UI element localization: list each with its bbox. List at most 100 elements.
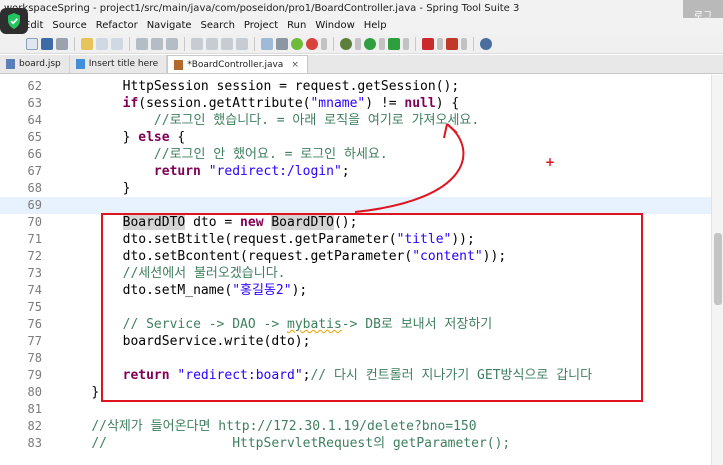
step-over-icon[interactable] [206, 37, 218, 50]
code-line[interactable]: 65 } else { [0, 129, 711, 146]
menu-item-source[interactable]: Source [52, 18, 86, 34]
code-token: (); [333, 215, 358, 230]
code-token: dto.setM_name( [122, 283, 233, 298]
code-line[interactable]: 70 BoardDTO dto = new BoardDTO(); [0, 214, 711, 231]
code-line[interactable]: 75 [0, 299, 711, 316]
line-number: 72 [27, 249, 42, 263]
code-text: boardService.write(dto); [60, 333, 311, 350]
code-line[interactable]: 72 dto.setBcontent(request.getParameter(… [0, 248, 711, 265]
code-token: BoardDTO [271, 215, 334, 230]
menu-item-refactor[interactable]: Refactor [96, 18, 138, 34]
globe-icon[interactable] [480, 37, 492, 50]
debug-dropdown-icon[interactable] [355, 37, 361, 50]
code-line[interactable]: 64 //로그인 했습니다. = 아래 로직을 여기로 가져오세요. [0, 112, 711, 129]
new-package-dropdown-icon[interactable] [461, 37, 467, 50]
code-line[interactable]: 71 dto.setBtitle(request.getParameter("t… [0, 231, 711, 248]
folder-icon[interactable] [81, 37, 93, 50]
menu-item-run[interactable]: Run [287, 18, 306, 34]
menu-item-help[interactable]: Help [364, 18, 387, 34]
code-line[interactable]: 80 } [0, 384, 711, 401]
corner-badge[interactable]: 로그 [683, 0, 723, 18]
step-icon[interactable] [191, 37, 203, 50]
line-number: 76 [27, 317, 42, 331]
code-token: ; [341, 164, 350, 179]
code-line[interactable]: 67 return "redirect:/login"; [0, 163, 711, 180]
code-text: if(session.getAttribute("mname") != null… [60, 95, 460, 112]
editor-tab[interactable]: board.jsp [0, 55, 70, 73]
vertical-scrollbar[interactable] [711, 75, 723, 465]
code-line[interactable]: 81 [0, 401, 711, 418]
code-line[interactable]: 78 [0, 350, 711, 367]
server-icon[interactable] [261, 37, 273, 50]
run-dropdown-icon[interactable] [379, 37, 385, 50]
toolbar [0, 34, 723, 54]
debug-icon[interactable] [340, 37, 352, 50]
code-text: //세션에서 불러오겠습니다. [60, 265, 286, 282]
line-number: 71 [27, 232, 42, 246]
code-text: return "redirect:board";// 다시 컨트롤러 지나가기 … [60, 367, 592, 384]
new-server-icon[interactable] [422, 37, 434, 50]
menu-item-window[interactable]: Window [315, 18, 354, 34]
code-token: dto = [185, 215, 241, 230]
toggle-comment-icon[interactable] [136, 37, 148, 50]
menu-item-search[interactable]: Search [201, 18, 235, 34]
code-line[interactable]: 83 // HttpServletRequest의 getParameter()… [0, 435, 711, 452]
new-file-icon[interactable] [26, 37, 38, 50]
run-icon[interactable] [364, 37, 376, 50]
new-package-icon[interactable] [446, 37, 458, 50]
step-return-icon[interactable] [221, 37, 233, 50]
annotation-plus-marker: + [545, 155, 556, 169]
print-icon[interactable] [56, 37, 68, 50]
code-line[interactable]: 68 } [0, 180, 711, 197]
code-editor[interactable]: 62 HttpSession session = request.getSess… [0, 75, 711, 465]
mark-icon[interactable] [166, 37, 178, 50]
external-tools-dropdown-icon[interactable] [403, 37, 409, 50]
code-line[interactable]: 63 if(session.getAttribute("mname") != n… [0, 95, 711, 112]
shield-icon[interactable] [0, 8, 28, 34]
code-token: null [404, 96, 436, 111]
line-number: 79 [27, 368, 42, 382]
menu-item-project[interactable]: Project [244, 18, 278, 34]
editor-tab[interactable]: Insert title here [70, 55, 168, 73]
sync-icon[interactable] [306, 37, 318, 50]
code-line[interactable]: 73 //세션에서 불러오겠습니다. [0, 265, 711, 282]
code-line[interactable]: 74 dto.setM_name("홍길동2"); [0, 282, 711, 299]
code-token: "mname" [310, 96, 366, 111]
line-number: 80 [27, 385, 42, 399]
code-token: return [153, 164, 201, 179]
undo-icon[interactable] [96, 37, 108, 50]
window-title: workspaceSpring - project1/src/main/java… [4, 3, 520, 14]
code-token: else [138, 130, 170, 145]
scrollbar-thumb[interactable] [714, 233, 722, 305]
line-number: 83 [27, 436, 42, 450]
sync-dropdown-icon[interactable] [321, 37, 327, 50]
line-number: 82 [27, 419, 42, 433]
close-tab-icon[interactable]: × [291, 56, 299, 74]
spring-icon[interactable] [291, 37, 303, 50]
menu-item-navigate[interactable]: Navigate [147, 18, 192, 34]
new-server-dropdown-icon[interactable] [437, 37, 443, 50]
code-line[interactable]: 79 return "redirect:board";// 다시 컨트롤러 지나… [0, 367, 711, 384]
editor-tab[interactable]: *BoardController.java × [167, 55, 308, 73]
redo-icon[interactable] [111, 37, 123, 50]
code-token: boardService.write(dto); [122, 334, 311, 349]
external-tools-icon[interactable] [388, 37, 400, 50]
code-line[interactable]: 66 //로그인 안 했어요. = 로그인 하세요. [0, 146, 711, 163]
code-line[interactable]: 82 //삭제가 들어온다면 http://172.30.1.19/delete… [0, 418, 711, 435]
code-line[interactable]: 62 HttpSession session = request.getSess… [0, 78, 711, 95]
toolbar-separator [333, 36, 334, 51]
save-icon[interactable] [41, 37, 53, 50]
code-line[interactable]: 77 boardService.write(dto); [0, 333, 711, 350]
code-line[interactable]: 69 [0, 197, 711, 214]
code-text: dto.setBcontent(request.getParameter("co… [60, 248, 507, 265]
code-line[interactable]: 76 // Service -> DAO -> mybatis-> DB로 보내… [0, 316, 711, 333]
gear-icon[interactable] [276, 37, 288, 50]
code-text: } else { [60, 129, 186, 146]
block-icon[interactable] [151, 37, 163, 50]
terminate-icon[interactable] [236, 37, 248, 50]
